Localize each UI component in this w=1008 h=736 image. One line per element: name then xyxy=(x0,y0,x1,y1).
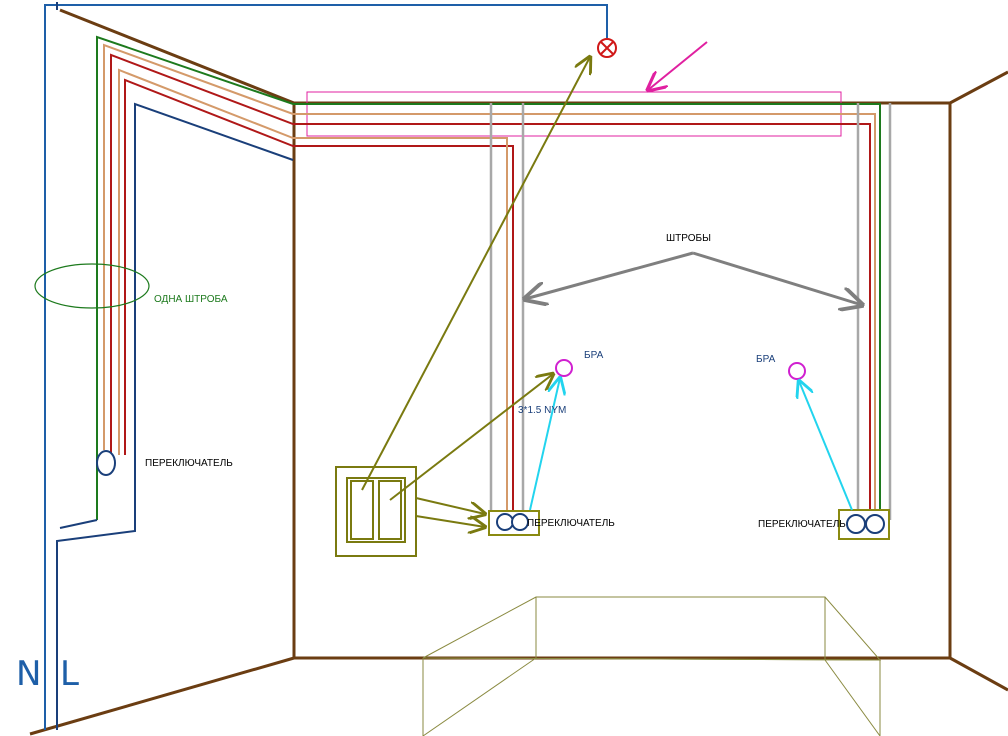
chases-pointer-arrows xyxy=(525,251,862,305)
cyan-arrow-left xyxy=(529,378,560,511)
sconce-left-label: БРА xyxy=(584,350,604,361)
line-label: L xyxy=(60,654,79,694)
sconce-right-label: БРА xyxy=(756,354,776,365)
furniture-outline xyxy=(422,596,882,736)
ceiling-left-diagonal xyxy=(59,8,295,105)
wall-sconce-right-icon xyxy=(788,362,806,380)
center-switch-label: ПЕРЕКЛЮЧАТЕЛЬ xyxy=(527,518,615,529)
chases-label: ШТРОБЫ xyxy=(666,233,711,244)
wiring-diagram xyxy=(29,2,1008,736)
cable-spec-label: 3*1.5 NYM xyxy=(518,405,567,416)
wall-sconce-left-icon xyxy=(555,359,573,377)
single-chase-label: ОДНА ШТРОБА xyxy=(154,294,228,305)
right-double-switch-icon xyxy=(838,509,890,540)
ceiling-lamp-icon xyxy=(597,38,617,58)
line-wire-trace xyxy=(56,102,294,730)
cyan-arrow-right xyxy=(799,381,853,511)
floor-right-diagonal xyxy=(949,656,1008,692)
left-wall-switch-icon xyxy=(96,450,116,476)
right-switch-label: ПЕРЕКЛЮЧАТЕЛЬ xyxy=(758,519,846,530)
ceiling-right-diagonal xyxy=(949,70,1008,105)
double-switch-icon xyxy=(335,466,417,557)
single-chase-ellipse xyxy=(34,263,150,309)
line-wire xyxy=(55,96,135,730)
neutral-label: N xyxy=(16,654,42,694)
left-switch-label: ПЕРЕКЛЮЧАТЕЛЬ xyxy=(145,458,233,469)
ceiling-channel-pointer xyxy=(648,41,708,90)
